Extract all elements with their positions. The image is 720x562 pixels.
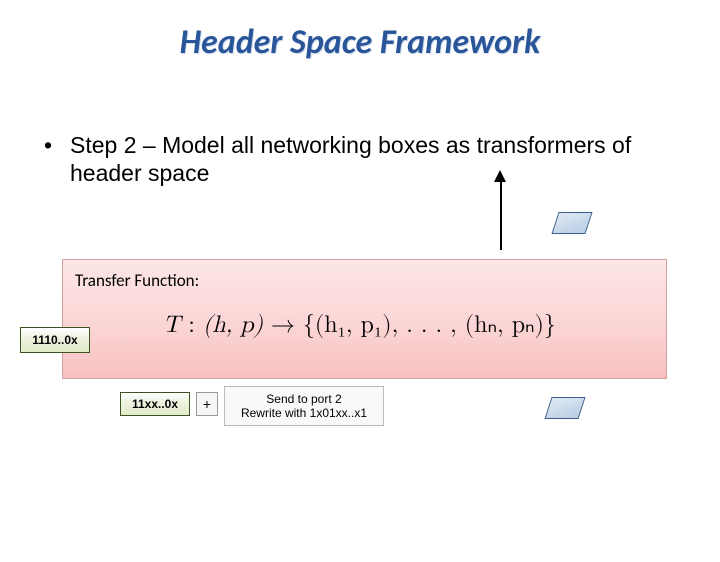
formula-hp: (h, p) <box>203 313 263 337</box>
page-title: Header Space Framework <box>0 22 720 63</box>
plus-box: + <box>196 392 218 416</box>
transfer-function-panel: Transfer Function: T : (h, p) → {(h₁, p₁… <box>62 259 667 379</box>
formula-T: T <box>163 313 180 337</box>
axis-vertical <box>500 180 502 250</box>
action-line-2: Rewrite with 1x01xx..x1 <box>225 406 383 420</box>
output-cube-2 <box>544 397 585 419</box>
output-cube-1 <box>551 212 592 234</box>
action-line-1: Send to port 2 <box>225 392 383 406</box>
input-header-box: 1110..0x <box>20 327 90 353</box>
formula-set: {(h₁, p₁), . . . , (hₙ, pₙ)} <box>303 313 556 337</box>
arrowhead-up-icon <box>494 170 506 182</box>
transfer-function-label: Transfer Function: <box>75 270 199 291</box>
match-pattern-box: 11xx..0x <box>120 392 190 416</box>
formula-arrow: → <box>263 313 303 337</box>
step-bullet: Step 2 – Model all networking boxes as t… <box>70 132 670 187</box>
action-box: Send to port 2 Rewrite with 1x01xx..x1 <box>224 386 384 426</box>
transfer-function-formula: T : (h, p) → {(h₁, p₁), . . . , (hₙ, pₙ)… <box>163 310 556 340</box>
formula-colon: : <box>180 313 203 337</box>
